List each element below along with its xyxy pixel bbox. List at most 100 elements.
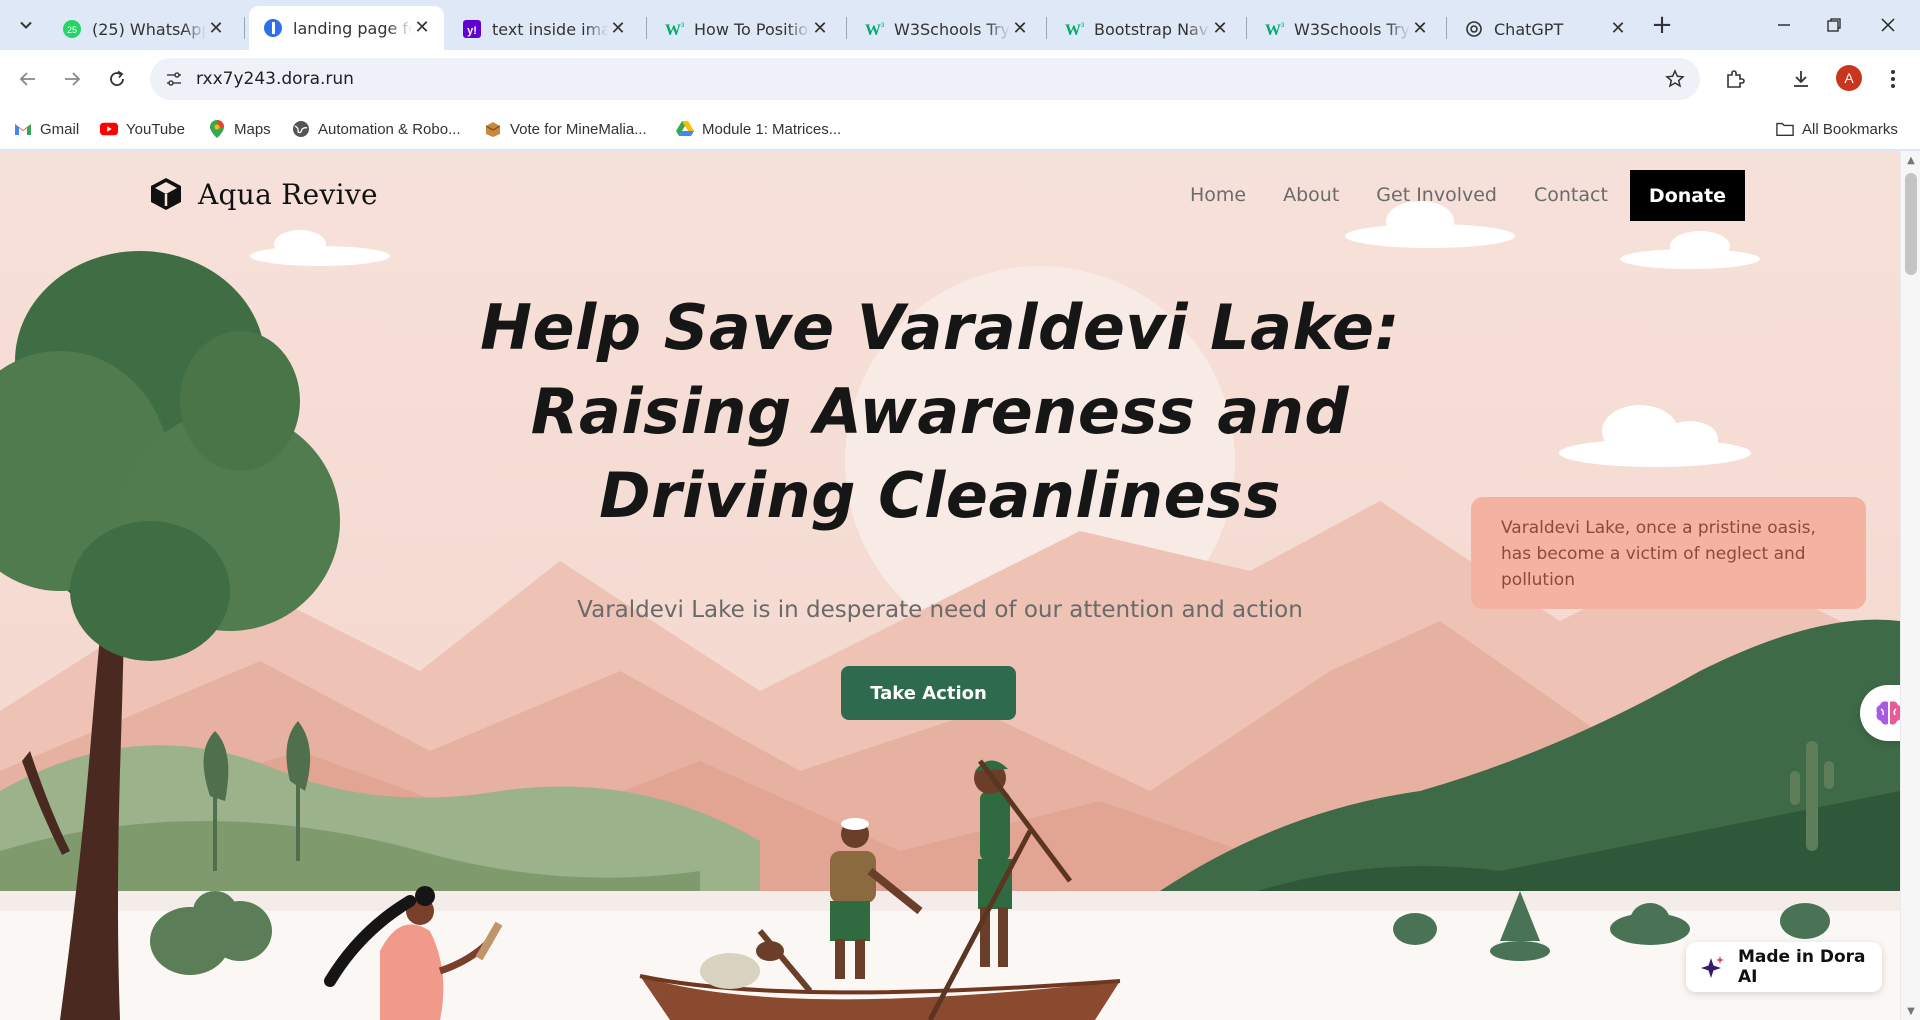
svg-text:y!: y! bbox=[467, 25, 477, 37]
gmail-icon bbox=[14, 120, 32, 138]
tab-chatgpt[interactable]: ChatGPT ✕ bbox=[1450, 8, 1640, 50]
bookmark-star-icon[interactable] bbox=[1664, 68, 1686, 90]
tab-label: W3Schools Tryit bbox=[1294, 19, 1410, 39]
svg-text:W: W bbox=[665, 22, 681, 39]
maps-icon bbox=[208, 120, 226, 138]
scroll-up-arrow-icon[interactable]: ▲ bbox=[1901, 153, 1920, 169]
dora-icon bbox=[263, 18, 283, 38]
bookmark-label: Module 1: Matrices... bbox=[702, 120, 842, 138]
bookmark-automation[interactable]: Automation & Robo... bbox=[292, 108, 461, 150]
close-tab-icon[interactable]: ✕ bbox=[412, 18, 432, 38]
w3schools-icon: W3 bbox=[1064, 19, 1084, 39]
globe-icon bbox=[292, 120, 310, 138]
svg-text:W: W bbox=[865, 22, 881, 39]
minimize-icon bbox=[1778, 24, 1790, 26]
close-tab-icon[interactable]: ✕ bbox=[1410, 19, 1430, 39]
svg-text:3: 3 bbox=[1081, 23, 1084, 29]
svg-text:W: W bbox=[1265, 22, 1281, 39]
bookmark-gmail[interactable]: Gmail bbox=[14, 108, 79, 150]
take-action-button[interactable]: Take Action bbox=[841, 666, 1016, 720]
google-drive-icon bbox=[676, 120, 694, 138]
badge-label: Made in Dora AI bbox=[1738, 947, 1866, 987]
made-in-dora-badge[interactable]: Made in Dora AI bbox=[1686, 942, 1882, 992]
tab-label: ChatGPT bbox=[1494, 19, 1564, 39]
address-bar[interactable]: rxx7y243.dora.run bbox=[150, 58, 1700, 100]
forward-button[interactable] bbox=[56, 63, 88, 95]
close-tab-icon[interactable]: ✕ bbox=[1210, 19, 1230, 39]
hero-subtitle: Varaldevi Lake is in desperate need of o… bbox=[577, 597, 1303, 623]
new-tab-button[interactable]: + bbox=[1648, 12, 1676, 40]
close-tab-icon[interactable]: ✕ bbox=[1608, 19, 1628, 39]
donate-button[interactable]: Donate bbox=[1630, 170, 1745, 221]
url-text[interactable]: rxx7y243.dora.run bbox=[196, 58, 354, 100]
yahoo-icon: y! bbox=[462, 19, 482, 39]
all-bookmarks-label: All Bookmarks bbox=[1802, 120, 1898, 138]
sparkle-icon bbox=[1700, 954, 1726, 980]
scroll-down-arrow-icon[interactable]: ▼ bbox=[1901, 1004, 1920, 1020]
profile-avatar[interactable]: A bbox=[1836, 65, 1862, 91]
bookmark-label: Automation & Robo... bbox=[318, 120, 461, 138]
tab-label: text inside image bbox=[492, 19, 608, 39]
page-scrollbar[interactable]: ▲ ▼ bbox=[1900, 151, 1920, 1020]
nav-contact[interactable]: Contact bbox=[1534, 184, 1608, 206]
w3schools-icon: W3 bbox=[664, 19, 684, 39]
tab-w3schools-tryit-2[interactable]: W3 W3Schools Tryit ✕ bbox=[1250, 8, 1442, 50]
close-tab-icon[interactable]: ✕ bbox=[810, 19, 830, 39]
bookmark-label: Gmail bbox=[40, 120, 80, 138]
svg-text:W: W bbox=[1065, 22, 1081, 39]
cube-logo-icon bbox=[151, 178, 181, 210]
site-settings-icon[interactable] bbox=[164, 69, 184, 89]
bookmark-label: Vote for MineMalia... bbox=[510, 120, 647, 138]
nav-get-involved[interactable]: Get Involved bbox=[1376, 184, 1497, 206]
download-icon[interactable] bbox=[1788, 66, 1814, 92]
svg-text:3: 3 bbox=[1281, 23, 1284, 29]
scroll-thumb[interactable] bbox=[1905, 173, 1917, 275]
bookmark-maps[interactable]: Maps bbox=[208, 108, 271, 150]
tab-divider bbox=[1446, 17, 1447, 39]
info-card: Varaldevi Lake, once a pristine oasis, h… bbox=[1471, 497, 1866, 609]
tab-whatsapp[interactable]: 25 (25) WhatsApp ✕ bbox=[48, 8, 238, 50]
nav-about[interactable]: About bbox=[1283, 184, 1339, 206]
restore-button[interactable] bbox=[1814, 10, 1854, 40]
folder-icon bbox=[1776, 120, 1794, 138]
brand-name: Aqua Revive bbox=[198, 177, 378, 211]
arrow-right-icon bbox=[65, 72, 81, 86]
minimize-button[interactable] bbox=[1764, 10, 1804, 40]
w3schools-icon: W3 bbox=[1264, 19, 1284, 39]
tab-bootstrap-nav[interactable]: W3 Bootstrap Navig ✕ bbox=[1050, 8, 1242, 50]
close-tab-icon[interactable]: ✕ bbox=[608, 19, 628, 39]
site-logo[interactable]: Aqua Revive bbox=[148, 173, 378, 215]
tab-label: How To Position bbox=[694, 19, 810, 39]
bookmark-minemalia[interactable]: Vote for MineMalia... bbox=[484, 108, 647, 150]
page-viewport: Aqua Revive Home About Get Involved Cont… bbox=[0, 151, 1920, 1020]
close-icon bbox=[1881, 18, 1895, 32]
tab-label: W3Schools Tryit bbox=[894, 19, 1010, 39]
bookmark-module1[interactable]: Module 1: Matrices... bbox=[676, 108, 841, 150]
tab-landing-page[interactable]: landing page for ✕ bbox=[249, 6, 444, 50]
hero-title: Help Save Varaldevi Lake: Raising Awaren… bbox=[440, 286, 1440, 538]
tab-divider bbox=[1046, 17, 1047, 39]
all-bookmarks-button[interactable]: All Bookmarks bbox=[1776, 108, 1898, 150]
tab-label: Bootstrap Navig bbox=[1094, 19, 1210, 39]
restore-icon bbox=[1827, 18, 1841, 32]
back-button[interactable] bbox=[12, 63, 44, 95]
tab-yahoo[interactable]: y! text inside image ✕ bbox=[448, 8, 640, 50]
bookmark-label: Maps bbox=[234, 120, 271, 138]
tab-how-to-position[interactable]: W3 How To Position ✕ bbox=[650, 8, 842, 50]
tab-w3schools-tryit[interactable]: W3 W3Schools Tryit ✕ bbox=[850, 8, 1042, 50]
close-window-button[interactable] bbox=[1868, 10, 1908, 40]
bookmark-youtube[interactable]: YouTube bbox=[100, 108, 185, 150]
hero-title-line: Help Save Varaldevi Lake: bbox=[480, 291, 1400, 364]
close-tab-icon[interactable]: ✕ bbox=[1010, 19, 1030, 39]
site-nav: Home About Get Involved Contact bbox=[1190, 175, 1645, 215]
tab-search-button[interactable] bbox=[12, 11, 40, 39]
tab-divider bbox=[244, 17, 245, 39]
reload-button[interactable] bbox=[101, 63, 133, 95]
whatsapp-badge: 25 bbox=[67, 25, 77, 35]
nav-home[interactable]: Home bbox=[1190, 184, 1246, 206]
menu-kebab-icon[interactable] bbox=[1880, 66, 1906, 92]
close-tab-icon[interactable]: ✕ bbox=[206, 19, 226, 39]
hero-title-line: Driving Cleanliness bbox=[599, 459, 1281, 532]
extensions-icon[interactable] bbox=[1722, 66, 1748, 92]
tab-label: (25) WhatsApp bbox=[92, 19, 206, 39]
